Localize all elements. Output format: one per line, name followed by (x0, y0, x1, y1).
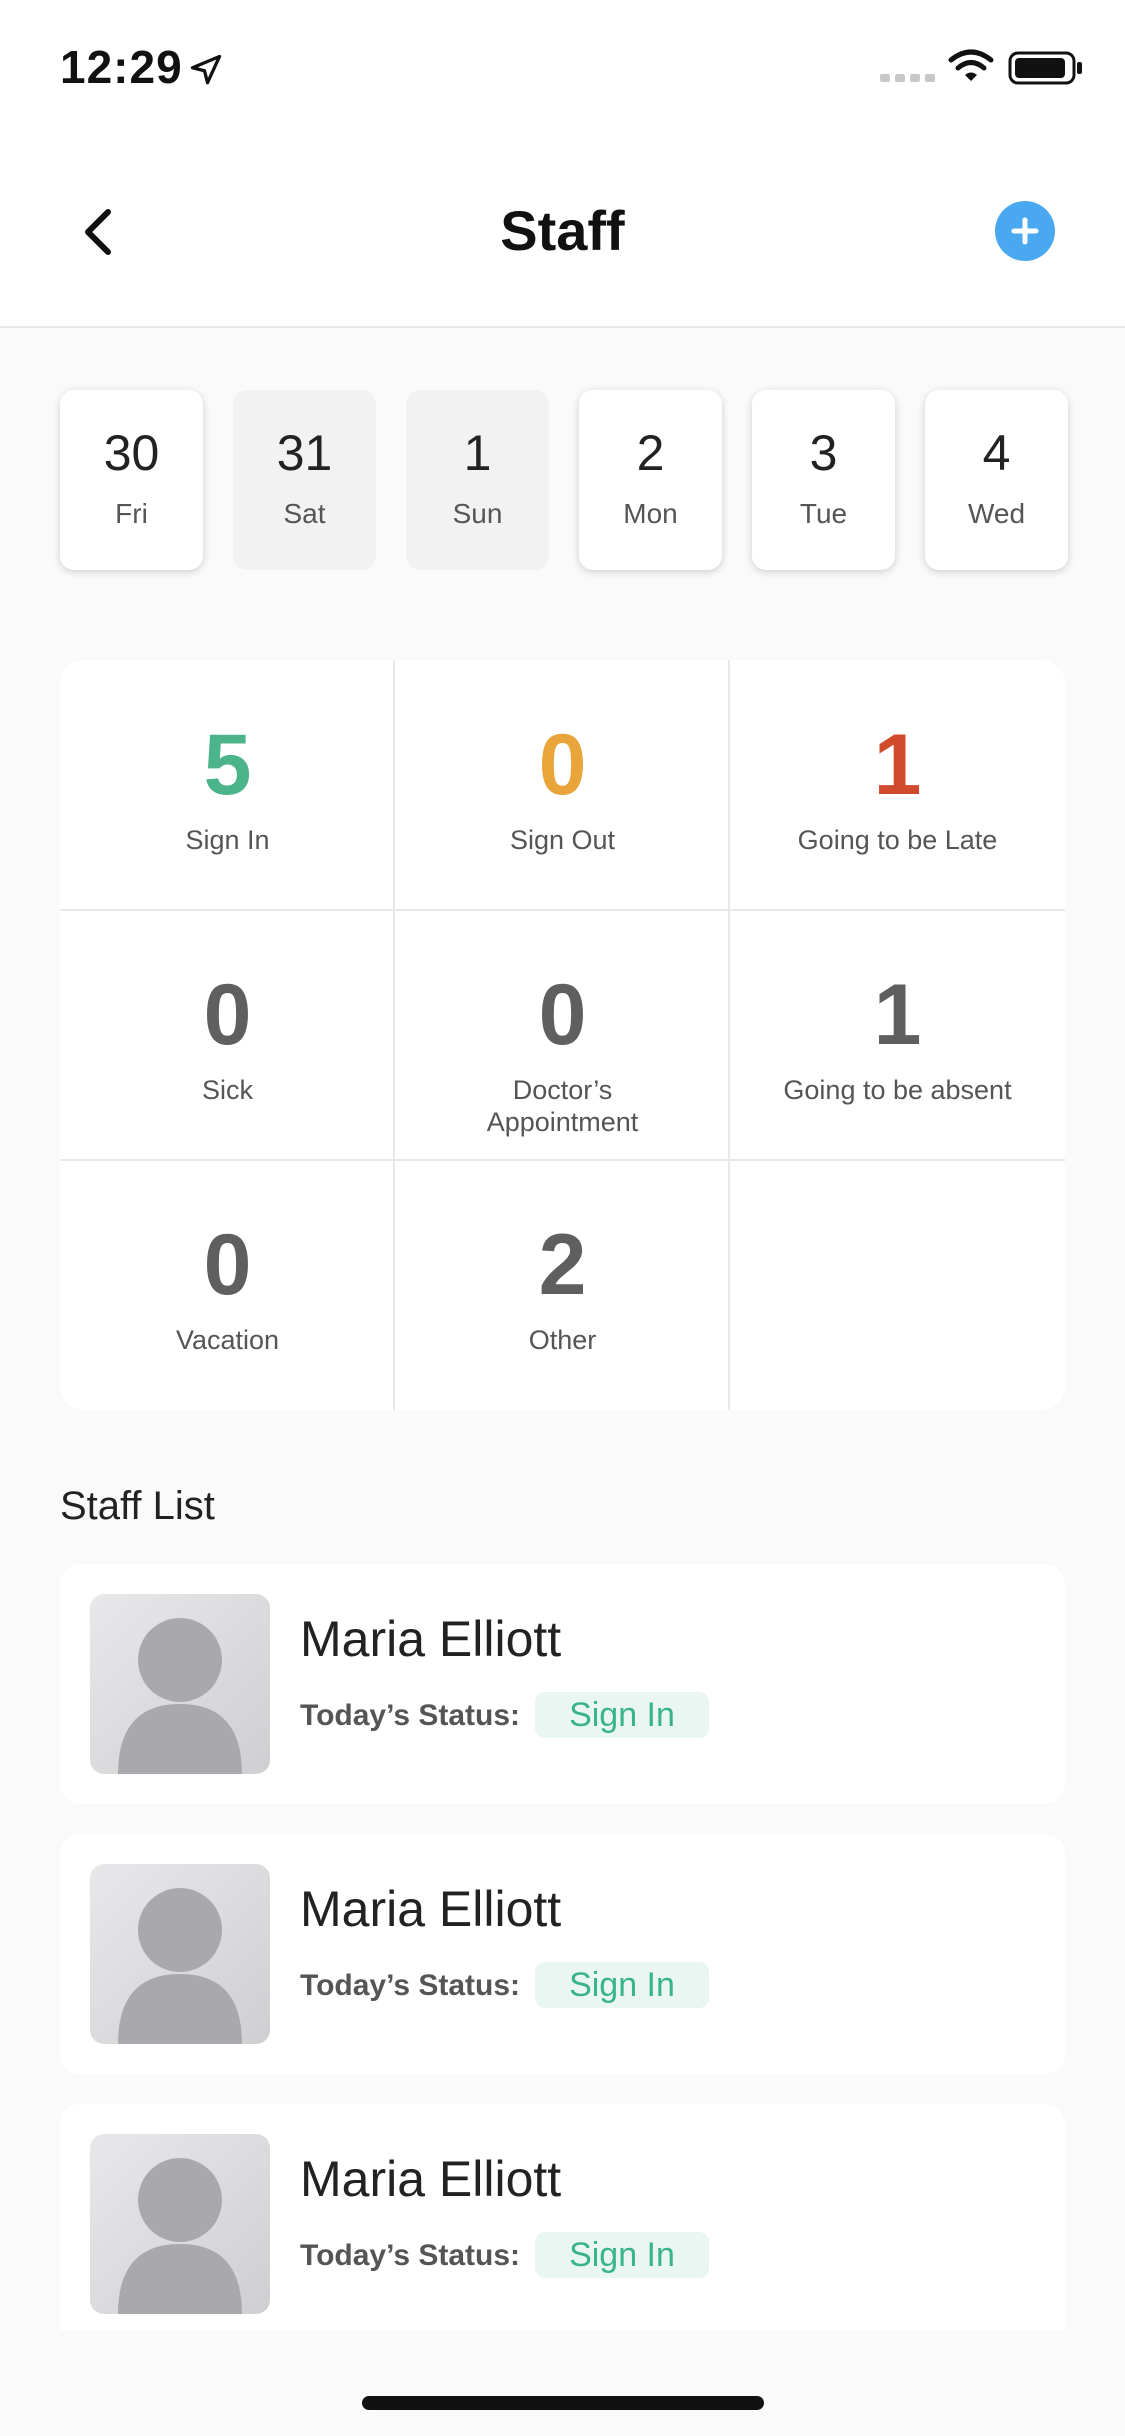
date-card[interactable]: 2 Mon (579, 390, 722, 570)
stat-sign-in[interactable]: 5 Sign In (60, 660, 395, 910)
date-weekday: Fri (115, 498, 148, 529)
status-label: Today’s Status: (300, 1699, 521, 1732)
status-badge: Sign In (535, 2232, 709, 2278)
date-selector: 30 Fri 31 Sat 1 Sun 2 Mon 3 Tue 4 Wed (60, 390, 1070, 570)
stat-value: 0 (203, 1217, 252, 1313)
date-weekday: Mon (623, 498, 678, 529)
stat-doctors-appointment[interactable]: 0 Doctor’s Appointment (395, 910, 730, 1160)
stat-value: 1 (873, 717, 922, 813)
avatar (90, 1594, 270, 1774)
battery-icon (1008, 51, 1082, 85)
grid-divider (393, 660, 395, 1410)
date-number: 31 (276, 425, 333, 481)
location-arrow-icon (190, 54, 222, 85)
wifi-icon (948, 49, 994, 81)
stat-label: Vacation (175, 1325, 280, 1355)
status-bar: 12:29 (0, 0, 1125, 132)
stat-value: 2 (538, 1217, 587, 1313)
date-number: 4 (982, 425, 1011, 481)
home-indicator[interactable] (362, 2396, 764, 2410)
date-card[interactable]: 3 Tue (752, 390, 895, 570)
date-card[interactable]: 1 Sun (406, 390, 549, 570)
stat-other[interactable]: 2 Other (395, 1160, 730, 1410)
add-staff-button[interactable] (995, 201, 1055, 261)
date-number: 3 (809, 425, 838, 481)
stat-label: Other (528, 1325, 597, 1355)
staff-list-title: Staff List (60, 1484, 215, 1528)
stat-label: Sign In (185, 825, 270, 855)
date-number: 30 (103, 425, 160, 481)
stat-value: 0 (203, 967, 252, 1063)
date-weekday: Sat (283, 498, 326, 529)
stat-value: 5 (203, 717, 252, 813)
stat-label: Doctor’s Appointment (486, 1075, 639, 1137)
avatar (90, 2134, 270, 2314)
status-label: Today’s Status: (300, 2239, 521, 2272)
grid-divider (60, 909, 1065, 911)
date-number: 1 (463, 425, 492, 481)
status-badge: Sign In (535, 1692, 709, 1738)
staff-list-item[interactable]: Maria Elliott Today’s Status: Sign In (60, 2104, 1065, 2330)
plus-icon (1011, 217, 1039, 245)
date-card[interactable]: 4 Wed (925, 390, 1068, 570)
nav-bar: Staff (0, 132, 1125, 328)
stat-going-to-be-absent[interactable]: 1 Going to be absent (730, 910, 1065, 1160)
stat-label: Sign Out (509, 825, 616, 855)
date-number: 2 (636, 425, 665, 481)
status-badge: Sign In (535, 1962, 709, 2008)
stat-vacation[interactable]: 0 Vacation (60, 1160, 395, 1410)
staff-list-item[interactable]: Maria Elliott Today’s Status: Sign In (60, 1564, 1065, 1804)
date-card[interactable]: 31 Sat (233, 390, 376, 570)
stat-sign-out[interactable]: 0 Sign Out (395, 660, 730, 910)
avatar (90, 1864, 270, 2044)
stat-value: 0 (538, 717, 587, 813)
stat-label: Going to be absent (783, 1075, 1012, 1105)
stat-label: Sick (201, 1075, 253, 1105)
stat-going-to-be-late[interactable]: 1 Going to be Late (730, 660, 1065, 910)
avatar-placeholder-icon (118, 1888, 242, 2044)
status-label: Today’s Status: (300, 1969, 521, 2002)
attendance-stats: 5 Sign In 0 Sign Out 1 Going to be Late … (60, 660, 1065, 1410)
date-weekday: Sun (452, 498, 503, 529)
date-card[interactable]: 30 Fri (60, 390, 203, 570)
grid-divider (728, 660, 730, 1410)
staff-name: Maria Elliott (300, 1611, 562, 1667)
stat-sick[interactable]: 0 Sick (60, 910, 395, 1160)
staff-list-item[interactable]: Maria Elliott Today’s Status: Sign In (60, 1834, 1065, 2074)
avatar-placeholder-icon (118, 2158, 242, 2314)
date-weekday: Wed (967, 498, 1026, 529)
grid-divider (60, 1159, 1065, 1161)
stat-label: Going to be Late (797, 825, 998, 855)
stat-value: 0 (538, 967, 587, 1063)
staff-name: Maria Elliott (300, 1881, 562, 1937)
page-title: Staff (500, 199, 625, 262)
stat-value: 1 (873, 967, 922, 1063)
status-time: 12:29 (60, 41, 183, 93)
staff-name: Maria Elliott (300, 2151, 562, 2207)
signal-icon (880, 74, 935, 82)
avatar-placeholder-icon (118, 1618, 242, 1774)
date-weekday: Tue (799, 498, 848, 529)
